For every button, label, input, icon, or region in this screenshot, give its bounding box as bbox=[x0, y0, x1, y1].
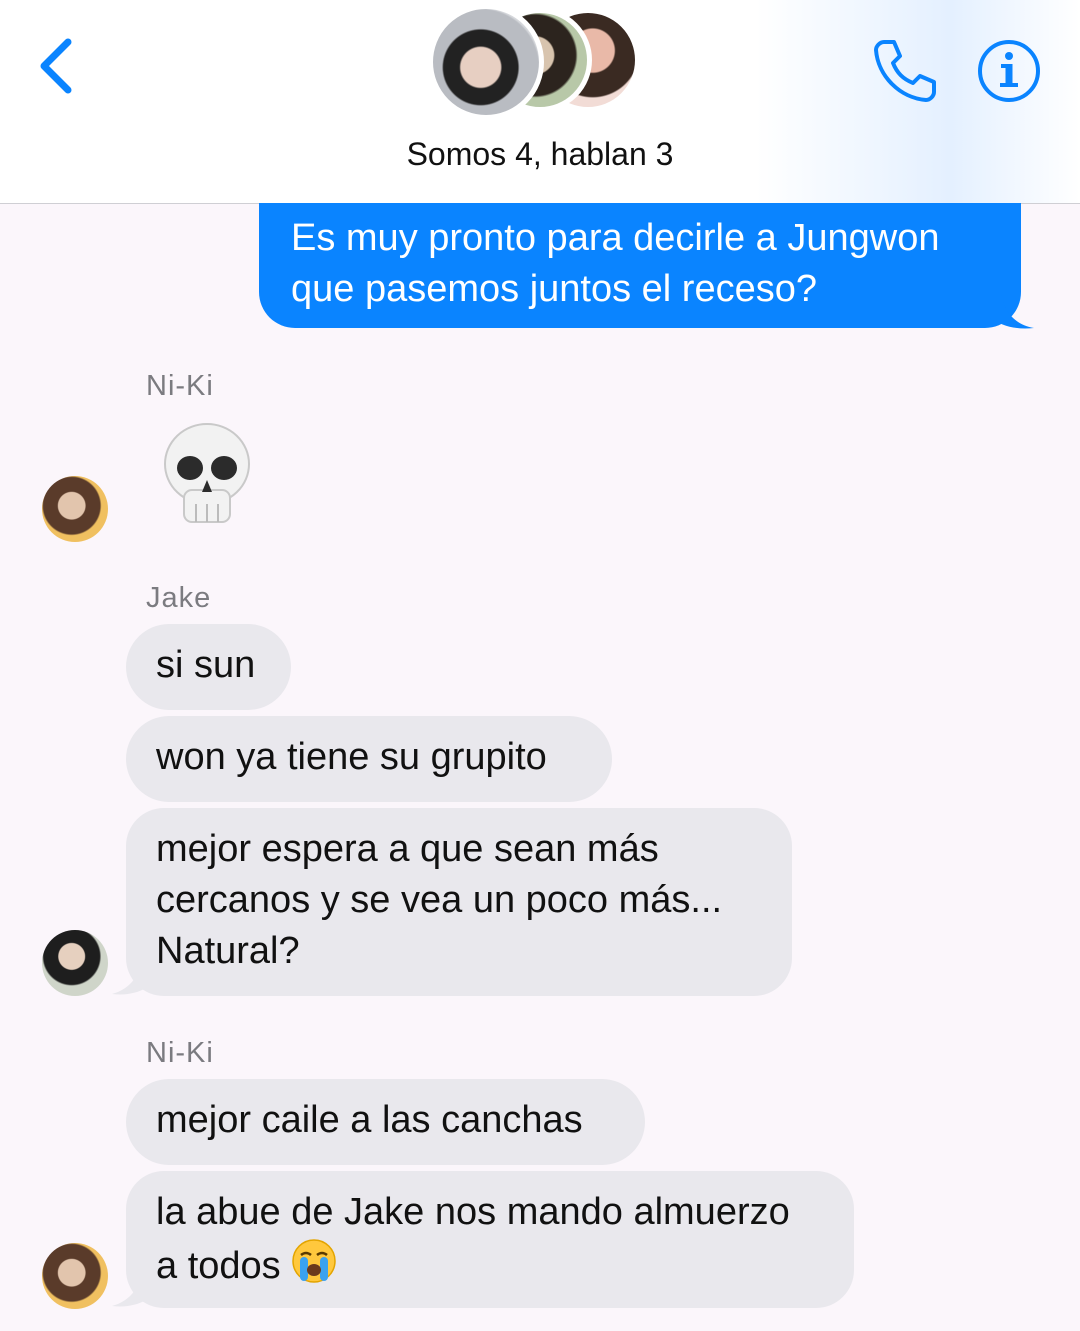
bubble-tail bbox=[112, 950, 152, 995]
message-line: a todos bbox=[156, 1238, 824, 1292]
bubble-tail bbox=[990, 280, 1034, 329]
message-line: que pasemos juntos el receso? bbox=[291, 268, 817, 310]
call-button[interactable] bbox=[870, 36, 940, 106]
chevron-left-icon bbox=[40, 38, 72, 94]
avatar-niki[interactable] bbox=[42, 1243, 108, 1309]
message-line: Es muy pronto para decirle a Jungwon bbox=[291, 217, 940, 259]
message-line: Natural? bbox=[156, 930, 300, 972]
incoming-message[interactable]: la abue de Jake nos mando almuerzo a tod… bbox=[126, 1171, 854, 1308]
message-line: si sun bbox=[156, 644, 256, 686]
message-line: la abue de Jake nos mando almuerzo bbox=[156, 1191, 790, 1233]
info-icon bbox=[978, 40, 1040, 102]
group-title[interactable]: Somos 4, hablan 3 bbox=[0, 136, 1080, 173]
phone-icon bbox=[874, 40, 936, 102]
message-line: won ya tiene su grupito bbox=[156, 736, 547, 778]
incoming-message[interactable]: si sun bbox=[126, 624, 291, 710]
group-avatars[interactable] bbox=[428, 4, 658, 122]
sender-name: Ni-Ki bbox=[146, 370, 214, 402]
outgoing-message[interactable]: Es muy pronto para decirle a Jungwon que… bbox=[259, 203, 1021, 328]
back-button[interactable] bbox=[30, 34, 84, 98]
group-avatar-1 bbox=[428, 4, 544, 120]
sender-name: Jake bbox=[146, 582, 212, 614]
message-line: mejor espera a que sean más bbox=[156, 828, 659, 870]
skull-icon bbox=[164, 423, 250, 523]
message-text: a todos bbox=[156, 1245, 281, 1287]
sender-name: Ni-Ki bbox=[146, 1037, 214, 1069]
conversation-header: Somos 4, hablan 3 bbox=[0, 0, 1080, 204]
message-line: mejor caile a las canchas bbox=[156, 1099, 583, 1141]
loudly-crying-face-icon bbox=[292, 1239, 336, 1283]
info-button[interactable] bbox=[976, 38, 1042, 104]
incoming-message[interactable]: mejor espera a que sean más cercanos y s… bbox=[126, 808, 792, 996]
skull-emoji[interactable] bbox=[160, 420, 254, 530]
incoming-message[interactable]: won ya tiene su grupito bbox=[126, 716, 612, 802]
avatar-niki[interactable] bbox=[42, 476, 108, 542]
incoming-message[interactable]: mejor caile a las canchas bbox=[126, 1079, 645, 1165]
bubble-tail bbox=[112, 1262, 152, 1307]
message-line: cercanos y se vea un poco más... bbox=[156, 879, 723, 921]
avatar-jake[interactable] bbox=[42, 930, 108, 996]
